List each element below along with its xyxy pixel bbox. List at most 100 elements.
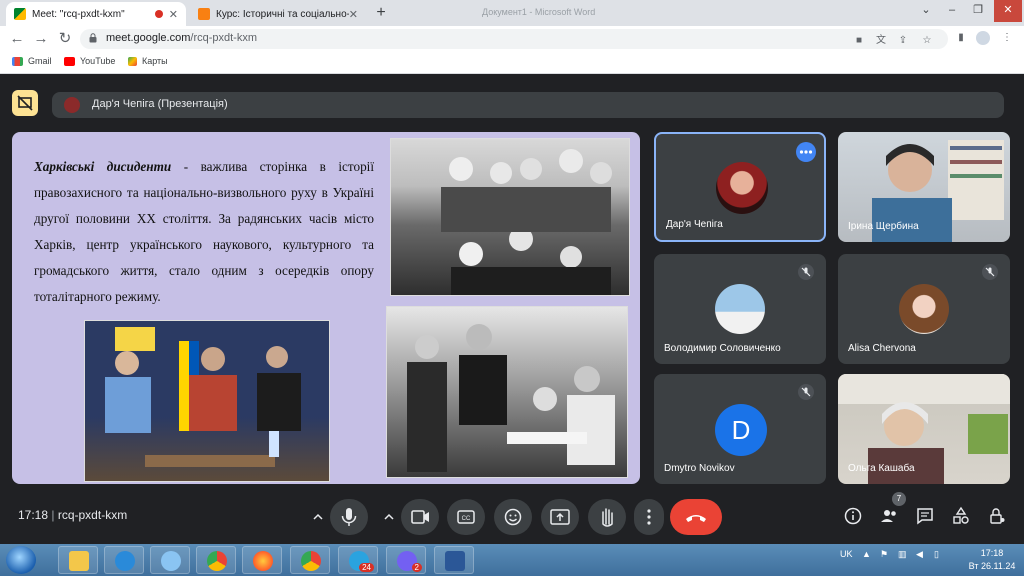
chevron-up-icon	[384, 513, 394, 520]
participant-name: Дар'я Чепіга	[666, 219, 723, 230]
people-icon[interactable]	[879, 506, 899, 526]
camera-icon	[411, 510, 429, 524]
share-icon[interactable]: ⇪	[896, 34, 910, 48]
reload-icon[interactable]: ↻	[56, 30, 74, 48]
url-path: /rcq-pxdt-kxm	[190, 32, 258, 44]
bookmark-gmail-label: Gmail	[28, 56, 52, 66]
present-screen-button[interactable]	[541, 499, 579, 535]
bookmark-gmail[interactable]: Gmail	[12, 56, 52, 66]
forward-arrow-icon[interactable]: →	[32, 30, 50, 48]
mic-off-icon	[798, 384, 814, 400]
participants-count-badge: 7	[892, 492, 906, 506]
address-bar[interactable]: meet.google.com/rcq-pxdt-kxm ■ 文 ⇪ ☆	[80, 29, 948, 49]
profile-avatar[interactable]	[976, 31, 990, 45]
participant-name: Володимир Солoвиченко	[664, 343, 781, 354]
chrome-icon	[207, 551, 227, 571]
bookmark-star-icon[interactable]: ☆	[920, 34, 934, 48]
explorer-taskbar-button[interactable]	[58, 546, 98, 574]
reactions-button[interactable]	[494, 499, 532, 535]
camera-button[interactable]	[401, 499, 439, 535]
panel-event-photo	[84, 320, 330, 482]
participant-name: Dmytro Novikov	[664, 463, 735, 474]
firefox-taskbar-button[interactable]	[242, 546, 282, 574]
mic-off-glyph	[801, 387, 811, 397]
media-taskbar-button[interactable]	[150, 546, 190, 574]
moodle-icon	[198, 8, 210, 20]
volume-icon[interactable]: ◀	[916, 549, 923, 560]
leave-call-button[interactable]	[670, 499, 722, 535]
bookmark-maps[interactable]: Карты	[128, 56, 168, 66]
restore-window-button[interactable]: ❐	[966, 0, 990, 22]
input-language[interactable]: UK	[840, 549, 853, 559]
raise-hand-button[interactable]	[588, 499, 626, 535]
tab-meet[interactable]: Meet: "rcq-pxdt-kxm" ✕	[6, 2, 186, 26]
system-clock[interactable]: 17:18 Вт 26.11.24	[962, 547, 1022, 573]
participant-tile[interactable]: Alisa Chervona	[838, 254, 1010, 364]
minimize-window-button[interactable]: –	[940, 0, 964, 22]
slide-body: - важлива сторінка в історії правозахисн…	[34, 159, 374, 304]
participant-avatar	[715, 284, 765, 334]
new-tab-button[interactable]: +	[372, 4, 390, 22]
microphone-button[interactable]	[330, 499, 368, 535]
chat-icon[interactable]	[915, 506, 935, 526]
participant-tile[interactable]: Дар'я Чепіга	[654, 132, 826, 242]
side-panel-icon[interactable]: ▮	[954, 31, 968, 45]
back-arrow-icon[interactable]: ←	[8, 30, 26, 48]
telegram-taskbar-button[interactable]: 24	[338, 546, 378, 574]
audio-options-button[interactable]	[307, 499, 329, 535]
ie-taskbar-button[interactable]	[104, 546, 144, 574]
bookmark-youtube[interactable]: YouTube	[64, 56, 115, 66]
meet-control-bar: 17:18 | rcq-pxdt-kxm CC 7	[0, 484, 1024, 544]
start-button[interactable]	[6, 546, 36, 574]
folder-icon	[69, 551, 89, 571]
network-icon[interactable]: ▥	[898, 549, 907, 560]
flag-icon[interactable]: ⚑	[880, 549, 888, 560]
slide-text: Харківські дисиденти - важлива сторінка …	[34, 154, 374, 310]
camera-permission-icon[interactable]: ■	[852, 34, 866, 48]
tray-expand-icon[interactable]: ▲	[862, 549, 871, 559]
close-tab-icon[interactable]: ✕	[169, 8, 178, 21]
more-options-button[interactable]	[634, 499, 664, 535]
chrome-taskbar-button[interactable]	[196, 546, 236, 574]
more-options-button[interactable]	[796, 142, 816, 162]
stop-presenting-icon	[17, 95, 33, 111]
shapes-glyph	[953, 506, 969, 524]
video-options-button[interactable]	[378, 499, 400, 535]
host-controls-icon[interactable]	[987, 506, 1007, 526]
presenter-label: Дар'я Чепіга (Презентація)	[92, 98, 228, 110]
viber-taskbar-button[interactable]: 2	[386, 546, 426, 574]
battery-icon[interactable]: ▯	[934, 549, 939, 560]
presentation-icon[interactable]	[12, 90, 38, 116]
internet-explorer-icon	[115, 551, 135, 571]
participant-tile[interactable]: Володимир Солoвиченко	[654, 254, 826, 364]
bookmarks-bar: Gmail YouTube Карты	[0, 52, 1024, 74]
meeting-details-icon[interactable]	[843, 506, 863, 526]
activities-icon[interactable]	[951, 506, 971, 526]
more-dots-icon	[799, 150, 813, 154]
more-vert-icon	[647, 509, 651, 525]
mic-off-glyph	[801, 267, 811, 277]
close-window-button[interactable]: ✕	[994, 0, 1022, 22]
mic-off-icon	[798, 264, 814, 280]
mic-off-glyph	[985, 267, 995, 277]
translate-icon[interactable]: 文	[874, 34, 888, 48]
participant-tile[interactable]: Ольга Кашаба	[838, 374, 1010, 484]
close-tab-icon[interactable]: ✕	[349, 8, 358, 21]
meet-stage: Дар'я Чепіга (Презентація) Харківські ди…	[0, 74, 1024, 544]
word-taskbar-button[interactable]	[434, 546, 474, 574]
tab-meet-title: Meet: "rcq-pxdt-kxm"	[32, 8, 125, 20]
participant-tile[interactable]: D Dmytro Novikov	[654, 374, 826, 484]
hand-icon	[602, 508, 613, 527]
emoji-icon	[504, 508, 522, 526]
system-date: Вт 26.11.24	[968, 561, 1016, 571]
tab-course[interactable]: Курс: Історичні та соціально-по ✕	[190, 2, 366, 26]
profile-chevron-icon[interactable]: ⌄	[914, 0, 938, 22]
captions-button[interactable]: CC	[447, 499, 485, 535]
firefox-icon	[253, 551, 273, 571]
info-icon	[844, 507, 862, 525]
participant-tile[interactable]: Ірина Щербина	[838, 132, 1010, 242]
chrome-menu-icon[interactable]: ⋮	[1000, 31, 1014, 45]
end-call-icon	[686, 515, 706, 522]
chrome-profile-taskbar-button[interactable]	[290, 546, 330, 574]
gmail-icon	[12, 56, 23, 66]
